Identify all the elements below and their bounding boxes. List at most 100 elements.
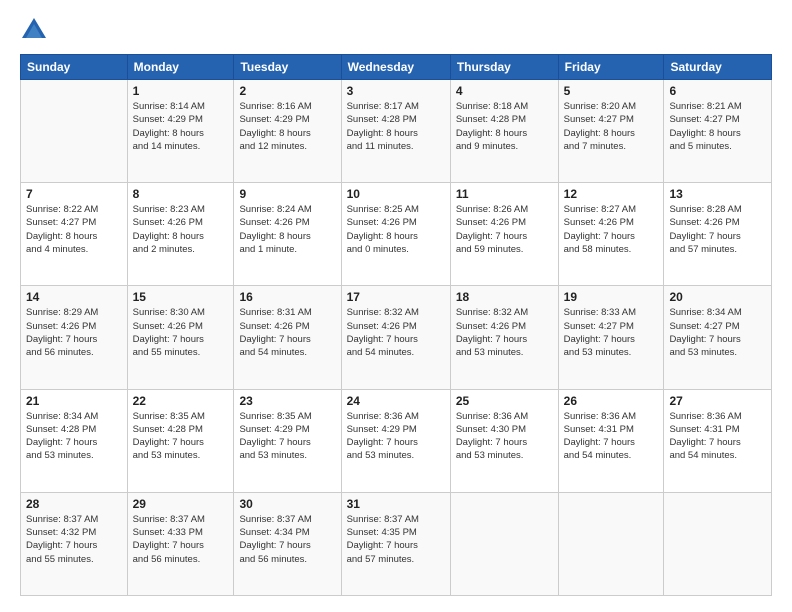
calendar-cell: 22 Sunrise: 8:35 AMSunset: 4:28 PMDayligh… — [127, 389, 234, 492]
weekday-header: Friday — [558, 55, 664, 80]
cell-date: 10 — [347, 187, 445, 201]
calendar-cell: 18 Sunrise: 8:32 AMSunset: 4:26 PMDayligh… — [450, 286, 558, 389]
cell-info: Sunrise: 8:23 AMSunset: 4:26 PMDaylight:… — [133, 203, 229, 256]
cell-info: Sunrise: 8:36 AMSunset: 4:29 PMDaylight:… — [347, 410, 445, 463]
cell-info: Sunrise: 8:36 AMSunset: 4:31 PMDaylight:… — [564, 410, 659, 463]
cell-date: 30 — [239, 497, 335, 511]
cell-info: Sunrise: 8:22 AMSunset: 4:27 PMDaylight:… — [26, 203, 122, 256]
calendar-cell: 11 Sunrise: 8:26 AMSunset: 4:26 PMDayligh… — [450, 183, 558, 286]
calendar-cell: 2 Sunrise: 8:16 AMSunset: 4:29 PMDaylight… — [234, 80, 341, 183]
calendar-cell: 13 Sunrise: 8:28 AMSunset: 4:26 PMDayligh… — [664, 183, 772, 286]
calendar-cell: 19 Sunrise: 8:33 AMSunset: 4:27 PMDayligh… — [558, 286, 664, 389]
cell-info: Sunrise: 8:17 AMSunset: 4:28 PMDaylight:… — [347, 100, 445, 153]
cell-date: 23 — [239, 394, 335, 408]
cell-date: 4 — [456, 84, 553, 98]
cell-date: 3 — [347, 84, 445, 98]
cell-date: 28 — [26, 497, 122, 511]
weekday-header: Wednesday — [341, 55, 450, 80]
calendar-cell: 25 Sunrise: 8:36 AMSunset: 4:30 PMDayligh… — [450, 389, 558, 492]
calendar-cell — [664, 492, 772, 595]
cell-info: Sunrise: 8:27 AMSunset: 4:26 PMDaylight:… — [564, 203, 659, 256]
calendar-cell: 28 Sunrise: 8:37 AMSunset: 4:32 PMDayligh… — [21, 492, 128, 595]
cell-date: 22 — [133, 394, 229, 408]
cell-date: 24 — [347, 394, 445, 408]
calendar-cell — [450, 492, 558, 595]
cell-info: Sunrise: 8:32 AMSunset: 4:26 PMDaylight:… — [347, 306, 445, 359]
calendar-cell: 21 Sunrise: 8:34 AMSunset: 4:28 PMDayligh… — [21, 389, 128, 492]
cell-info: Sunrise: 8:32 AMSunset: 4:26 PMDaylight:… — [456, 306, 553, 359]
cell-date: 21 — [26, 394, 122, 408]
cell-info: Sunrise: 8:34 AMSunset: 4:28 PMDaylight:… — [26, 410, 122, 463]
cell-date: 1 — [133, 84, 229, 98]
logo — [20, 16, 52, 44]
cell-info: Sunrise: 8:33 AMSunset: 4:27 PMDaylight:… — [564, 306, 659, 359]
cell-date: 18 — [456, 290, 553, 304]
cell-date: 2 — [239, 84, 335, 98]
cell-info: Sunrise: 8:14 AMSunset: 4:29 PMDaylight:… — [133, 100, 229, 153]
cell-info: Sunrise: 8:20 AMSunset: 4:27 PMDaylight:… — [564, 100, 659, 153]
calendar-table: SundayMondayTuesdayWednesdayThursdayFrid… — [20, 54, 772, 596]
cell-date: 6 — [669, 84, 766, 98]
cell-date: 29 — [133, 497, 229, 511]
cell-date: 16 — [239, 290, 335, 304]
cell-date: 11 — [456, 187, 553, 201]
cell-info: Sunrise: 8:24 AMSunset: 4:26 PMDaylight:… — [239, 203, 335, 256]
calendar-cell: 4 Sunrise: 8:18 AMSunset: 4:28 PMDaylight… — [450, 80, 558, 183]
calendar-cell: 30 Sunrise: 8:37 AMSunset: 4:34 PMDayligh… — [234, 492, 341, 595]
calendar-cell: 8 Sunrise: 8:23 AMSunset: 4:26 PMDaylight… — [127, 183, 234, 286]
weekday-header: Thursday — [450, 55, 558, 80]
calendar-cell: 16 Sunrise: 8:31 AMSunset: 4:26 PMDayligh… — [234, 286, 341, 389]
cell-info: Sunrise: 8:37 AMSunset: 4:32 PMDaylight:… — [26, 513, 122, 566]
cell-info: Sunrise: 8:28 AMSunset: 4:26 PMDaylight:… — [669, 203, 766, 256]
cell-date: 17 — [347, 290, 445, 304]
calendar-week-row: 14Sunrise: 8:29 AMSunset: 4:26 PMDayligh… — [21, 286, 772, 389]
cell-info: Sunrise: 8:36 AMSunset: 4:31 PMDaylight:… — [669, 410, 766, 463]
calendar-body: 1 Sunrise: 8:14 AMSunset: 4:29 PMDaylight… — [21, 80, 772, 596]
cell-date: 25 — [456, 394, 553, 408]
calendar-header-row: SundayMondayTuesdayWednesdayThursdayFrid… — [21, 55, 772, 80]
calendar-cell: 26Sunrise: 8:36 AMSunset: 4:31 PMDayligh… — [558, 389, 664, 492]
cell-info: Sunrise: 8:30 AMSunset: 4:26 PMDaylight:… — [133, 306, 229, 359]
cell-info: Sunrise: 8:37 AMSunset: 4:33 PMDaylight:… — [133, 513, 229, 566]
calendar-cell: 29 Sunrise: 8:37 AMSunset: 4:33 PMDayligh… — [127, 492, 234, 595]
cell-info: Sunrise: 8:18 AMSunset: 4:28 PMDaylight:… — [456, 100, 553, 153]
calendar-cell: 9 Sunrise: 8:24 AMSunset: 4:26 PMDaylight… — [234, 183, 341, 286]
cell-info: Sunrise: 8:35 AMSunset: 4:29 PMDaylight:… — [239, 410, 335, 463]
calendar-cell: 20Sunrise: 8:34 AMSunset: 4:27 PMDayligh… — [664, 286, 772, 389]
cell-date: 8 — [133, 187, 229, 201]
weekday-header: Monday — [127, 55, 234, 80]
calendar-cell: 3 Sunrise: 8:17 AMSunset: 4:28 PMDaylight… — [341, 80, 450, 183]
cell-info: Sunrise: 8:37 AMSunset: 4:34 PMDaylight:… — [239, 513, 335, 566]
calendar-cell: 31 Sunrise: 8:37 AMSunset: 4:35 PMDayligh… — [341, 492, 450, 595]
weekday-header: Sunday — [21, 55, 128, 80]
cell-date: 9 — [239, 187, 335, 201]
calendar-week-row: 7Sunrise: 8:22 AMSunset: 4:27 PMDaylight… — [21, 183, 772, 286]
cell-info: Sunrise: 8:26 AMSunset: 4:26 PMDaylight:… — [456, 203, 553, 256]
cell-info: Sunrise: 8:37 AMSunset: 4:35 PMDaylight:… — [347, 513, 445, 566]
cell-info: Sunrise: 8:31 AMSunset: 4:26 PMDaylight:… — [239, 306, 335, 359]
cell-info: Sunrise: 8:35 AMSunset: 4:28 PMDaylight:… — [133, 410, 229, 463]
calendar-cell: 23 Sunrise: 8:35 AMSunset: 4:29 PMDayligh… — [234, 389, 341, 492]
calendar-cell: 27Sunrise: 8:36 AMSunset: 4:31 PMDayligh… — [664, 389, 772, 492]
cell-info: Sunrise: 8:21 AMSunset: 4:27 PMDaylight:… — [669, 100, 766, 153]
cell-date: 15 — [133, 290, 229, 304]
calendar-cell: 1 Sunrise: 8:14 AMSunset: 4:29 PMDaylight… — [127, 80, 234, 183]
cell-info: Sunrise: 8:36 AMSunset: 4:30 PMDaylight:… — [456, 410, 553, 463]
cell-date: 14 — [26, 290, 122, 304]
calendar-week-row: 21 Sunrise: 8:34 AMSunset: 4:28 PMDayligh… — [21, 389, 772, 492]
calendar-week-row: 1 Sunrise: 8:14 AMSunset: 4:29 PMDaylight… — [21, 80, 772, 183]
calendar-cell: 17 Sunrise: 8:32 AMSunset: 4:26 PMDayligh… — [341, 286, 450, 389]
cell-date: 20 — [669, 290, 766, 304]
calendar-cell — [558, 492, 664, 595]
calendar-cell: 12 Sunrise: 8:27 AMSunset: 4:26 PMDayligh… — [558, 183, 664, 286]
cell-info: Sunrise: 8:16 AMSunset: 4:29 PMDaylight:… — [239, 100, 335, 153]
calendar-cell: 6 Sunrise: 8:21 AMSunset: 4:27 PMDaylight… — [664, 80, 772, 183]
cell-date: 19 — [564, 290, 659, 304]
cell-date: 13 — [669, 187, 766, 201]
cell-date: 12 — [564, 187, 659, 201]
calendar-cell: 24 Sunrise: 8:36 AMSunset: 4:29 PMDayligh… — [341, 389, 450, 492]
cell-date: 31 — [347, 497, 445, 511]
calendar-cell: 14Sunrise: 8:29 AMSunset: 4:26 PMDayligh… — [21, 286, 128, 389]
header — [20, 16, 772, 44]
page: SundayMondayTuesdayWednesdayThursdayFrid… — [0, 0, 792, 612]
